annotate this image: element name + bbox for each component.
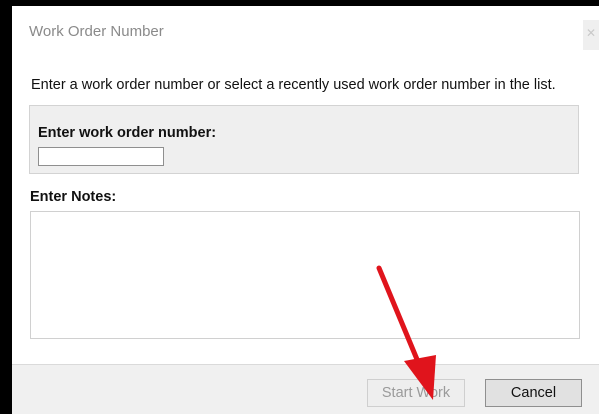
dialog-title: Work Order Number (29, 23, 164, 40)
cancel-button[interactable]: Cancel (485, 379, 582, 407)
work-order-input[interactable] (38, 147, 164, 166)
notes-textarea[interactable] (30, 211, 580, 339)
work-order-label: Enter work order number: (38, 125, 217, 141)
instructions-text: Enter a work order number or select a re… (31, 77, 556, 93)
start-work-button[interactable]: Start Work (367, 379, 465, 407)
close-icon: ✕ (586, 26, 597, 40)
work-order-panel: Enter work order number: (29, 105, 579, 174)
notes-label: Enter Notes: (30, 189, 117, 205)
screenshot-frame: Work Order Number ✕ Enter a work order n… (0, 0, 599, 414)
close-button[interactable]: ✕ (583, 20, 599, 50)
work-order-dialog: Work Order Number ✕ Enter a work order n… (12, 6, 599, 414)
dialog-footer: Start Work Cancel (12, 364, 599, 414)
